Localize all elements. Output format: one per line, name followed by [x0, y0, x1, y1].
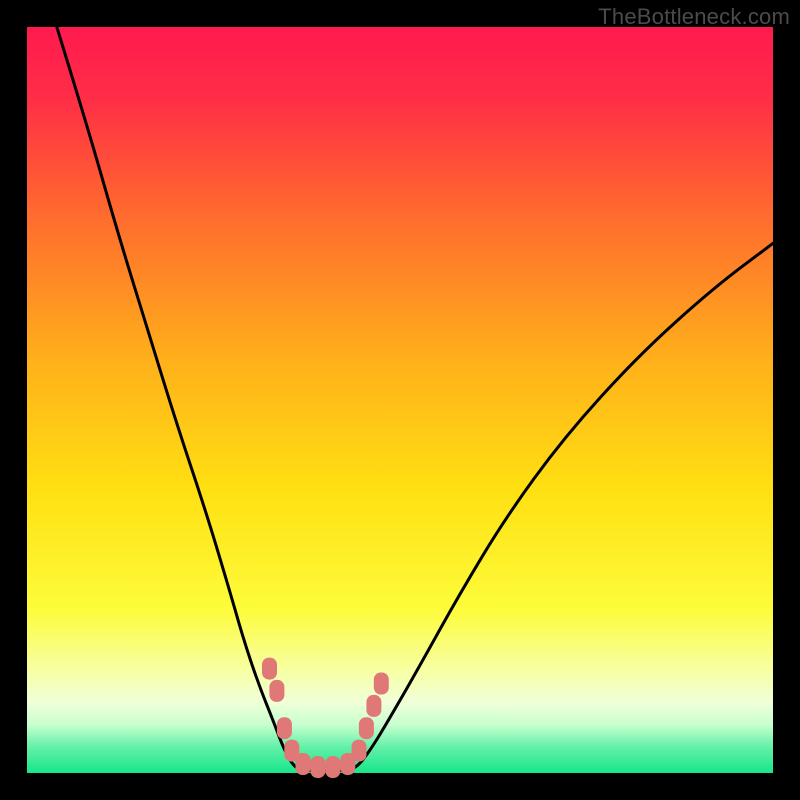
watermark-text: TheBottleneck.com — [598, 4, 790, 30]
chart-frame: TheBottleneck.com — [0, 0, 800, 800]
gradient-background — [27, 27, 773, 773]
